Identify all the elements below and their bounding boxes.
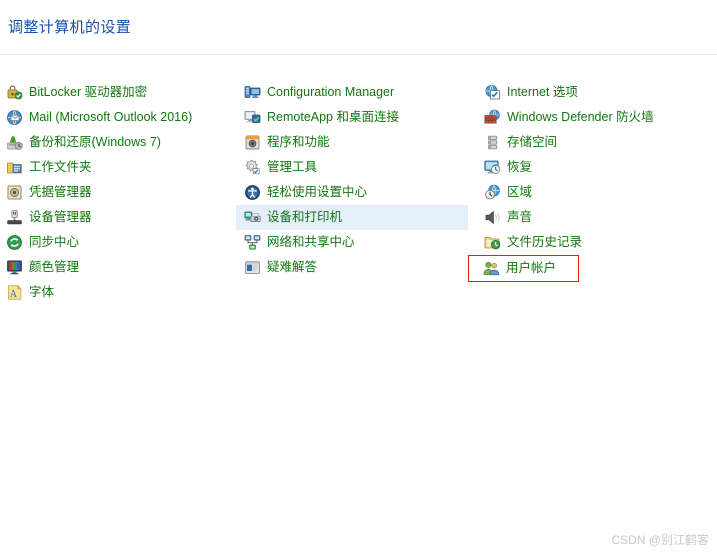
applet-item[interactable]: 恢复 xyxy=(480,155,715,180)
applet-item[interactable]: 疑难解答 xyxy=(240,255,475,280)
applet-item[interactable]: 设备和打印机 xyxy=(236,205,468,230)
applet-item[interactable]: Mail (Microsoft Outlook 2016) xyxy=(2,105,237,130)
device-manager-icon xyxy=(6,209,23,226)
applet-item[interactable]: 颜色管理 xyxy=(2,255,237,280)
backup-restore-icon xyxy=(6,134,23,151)
storage-spaces-icon xyxy=(484,134,501,151)
applet-item-label: 程序和功能 xyxy=(267,135,330,150)
applet-item-label: 工作文件夹 xyxy=(29,160,92,175)
header-divider xyxy=(0,54,717,55)
applet-item-label: 存储空间 xyxy=(507,135,558,150)
applet-item[interactable]: 同步中心 xyxy=(2,230,237,255)
applet-item-label: 备份和还原(Windows 7) xyxy=(29,135,161,150)
sync-center-icon xyxy=(6,234,23,251)
applet-item-label: 同步中心 xyxy=(29,235,80,250)
applet-item[interactable]: 凭据管理器 xyxy=(2,180,237,205)
file-history-icon xyxy=(484,234,501,251)
applet-item[interactable]: 区域 xyxy=(480,180,715,205)
applet-item-label: 疑难解答 xyxy=(267,260,318,275)
fonts-icon: A xyxy=(6,284,23,301)
applet-item-label: BitLocker 驱动器加密 xyxy=(29,85,148,100)
user-accounts-icon xyxy=(483,260,500,277)
applet-item[interactable]: Internet 选项 xyxy=(480,80,715,105)
applet-item[interactable]: 用户帐户 xyxy=(468,255,579,282)
applet-item-label: Configuration Manager xyxy=(267,85,395,100)
applet-item-label: 轻松使用设置中心 xyxy=(267,185,368,200)
configuration-manager-icon xyxy=(244,84,261,101)
mail-icon xyxy=(6,109,23,126)
applet-item[interactable]: 管理工具 xyxy=(240,155,475,180)
remoteapp-icon xyxy=(244,109,261,126)
applet-item[interactable]: 存储空间 xyxy=(480,130,715,155)
applet-item[interactable]: 声音 xyxy=(480,205,715,230)
applet-column-1: BitLocker 驱动器加密 Mail (Microsoft Outlook 2… xyxy=(2,80,237,305)
applet-item[interactable]: 网络和共享中心 xyxy=(240,230,475,255)
applet-item[interactable]: 文件历史记录 xyxy=(480,230,715,255)
applet-item[interactable]: 备份和还原(Windows 7) xyxy=(2,130,237,155)
devices-printers-icon xyxy=(244,209,261,226)
applet-item-label: 文件历史记录 xyxy=(507,235,583,250)
applet-item-label: 管理工具 xyxy=(267,160,318,175)
applet-item-label: Internet 选项 xyxy=(507,85,578,100)
bitlocker-icon xyxy=(6,84,23,101)
applet-item[interactable]: 设备管理器 xyxy=(2,205,237,230)
applet-item[interactable]: 程序和功能 xyxy=(240,130,475,155)
sound-icon xyxy=(484,209,501,226)
windows-defender-firewall-icon xyxy=(484,109,501,126)
control-panel-applet-grid: BitLocker 驱动器加密 Mail (Microsoft Outlook 2… xyxy=(0,80,717,310)
applet-item-label: RemoteApp 和桌面连接 xyxy=(267,110,399,125)
network-sharing-icon xyxy=(244,234,261,251)
applet-item-label: 字体 xyxy=(29,285,55,300)
applet-item[interactable]: 轻松使用设置中心 xyxy=(240,180,475,205)
programs-features-icon xyxy=(244,134,261,151)
applet-item-label: 区域 xyxy=(507,185,533,200)
svg-text:A: A xyxy=(10,289,18,300)
applet-item-label: 声音 xyxy=(507,210,533,225)
applet-column-2: Configuration Manager RemoteApp 和桌面连接 程序和功… xyxy=(236,80,475,280)
color-management-icon xyxy=(6,259,23,276)
internet-options-icon xyxy=(484,84,501,101)
administrative-tools-icon xyxy=(244,159,261,176)
applet-item-label: 设备管理器 xyxy=(29,210,92,225)
applet-item[interactable]: Configuration Manager xyxy=(240,80,475,105)
applet-item-label: Windows Defender 防火墙 xyxy=(507,110,654,125)
applet-item-label: 用户帐户 xyxy=(506,261,557,276)
recovery-icon xyxy=(484,159,501,176)
page-title: 调整计算机的设置 xyxy=(8,19,132,36)
applet-item-label: 设备和打印机 xyxy=(267,210,343,225)
ease-of-access-icon xyxy=(244,184,261,201)
applet-column-3: Internet 选项 Windows Defender 防火墙 存储空间恢复区域声… xyxy=(468,80,715,282)
credential-manager-icon xyxy=(6,184,23,201)
applet-item-label: 凭据管理器 xyxy=(29,185,92,200)
watermark: CSDN @别江鹤客 xyxy=(611,533,709,547)
applet-item-label: 颜色管理 xyxy=(29,260,80,275)
applet-item[interactable]: 工作文件夹 xyxy=(2,155,237,180)
troubleshooting-icon xyxy=(244,259,261,276)
applet-item-label: Mail (Microsoft Outlook 2016) xyxy=(29,110,193,125)
applet-item[interactable]: RemoteApp 和桌面连接 xyxy=(240,105,475,130)
applet-item-label: 网络和共享中心 xyxy=(267,235,355,250)
region-icon xyxy=(484,184,501,201)
applet-item[interactable]: A 字体 xyxy=(2,280,237,305)
applet-item[interactable]: BitLocker 驱动器加密 xyxy=(2,80,237,105)
applet-item-label: 恢复 xyxy=(507,160,533,175)
work-folders-icon xyxy=(6,159,23,176)
applet-item[interactable]: Windows Defender 防火墙 xyxy=(480,105,715,130)
